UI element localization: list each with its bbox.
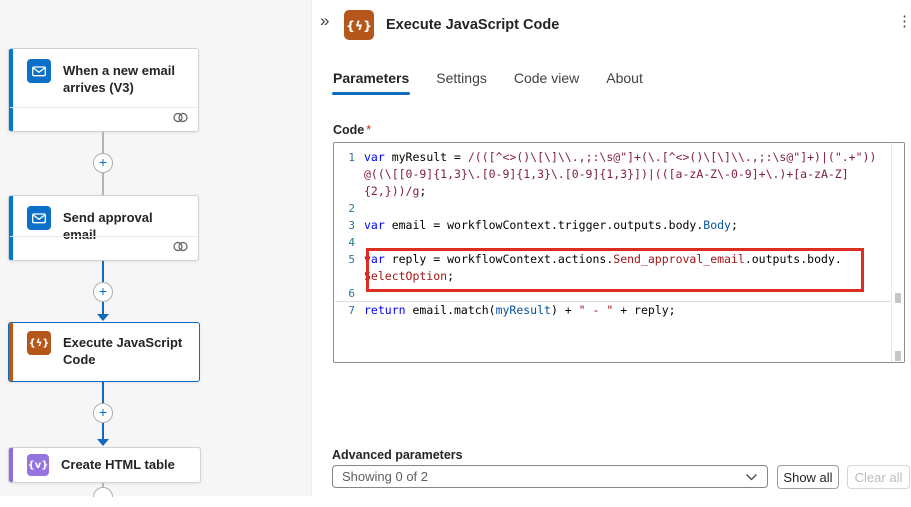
chevron-down-icon [745, 469, 758, 484]
insert-step-button[interactable]: + [93, 282, 113, 302]
javascript-code-icon: {ϟ} [27, 331, 51, 355]
editor-divider [335, 301, 892, 302]
javascript-code-icon: {ϟ} [344, 10, 374, 40]
insert-step-button[interactable]: + [93, 403, 113, 423]
node-send-approval-email[interactable]: Send approval email [8, 195, 199, 261]
node-accent-bar [9, 448, 13, 482]
code-field-label: Code* [333, 123, 371, 137]
insert-step-button[interactable]: + [93, 153, 113, 173]
data-operation-icon: {v} [27, 454, 49, 476]
scrollbar-thumb[interactable] [895, 351, 901, 361]
more-options-icon[interactable]: ⋮ [897, 14, 911, 30]
tab-settings[interactable]: Settings [435, 64, 488, 95]
node-footer [10, 107, 197, 131]
tab-parameters[interactable]: Parameters [332, 64, 410, 95]
code-row: 1var myResult = /(([^<>()\[\]\\.,;:\s@"]… [334, 149, 891, 166]
advanced-parameters-dropdown[interactable]: Showing 0 of 2 [332, 465, 768, 488]
code-row: 3var email = workflowContext.trigger.out… [334, 217, 891, 234]
tab-code-view[interactable]: Code view [513, 64, 580, 95]
connection-icon[interactable] [172, 240, 189, 258]
outlook-icon [27, 59, 51, 83]
code-lines: 1var myResult = /(([^<>()\[\]\\.,;:\s@"]… [334, 149, 891, 319]
tab-bar: Parameters Settings Code view About [332, 64, 644, 95]
node-accent-bar [9, 323, 13, 381]
code-row: @((\[[0-9]{1,3}\.[0-9]{1,3}\.[0-9]{1,3}]… [334, 166, 891, 183]
outlook-icon [27, 206, 51, 230]
tab-about[interactable]: About [605, 64, 644, 95]
node-when-a-new-email-arrives[interactable]: When a new email arrives (V3) [8, 48, 199, 132]
advanced-parameters-label: Advanced parameters [332, 448, 463, 462]
edge-arrowhead [97, 314, 109, 321]
dropdown-value: Showing 0 of 2 [342, 469, 745, 484]
code-row: 2 [334, 200, 891, 217]
node-title: When a new email arrives (V3) [63, 59, 188, 96]
code-row: 5var reply = workflowContext.actions.Sen… [334, 251, 891, 268]
collapse-panel-icon[interactable]: » [320, 12, 329, 29]
insert-step-button[interactable] [93, 487, 113, 507]
clear-all-button[interactable]: Clear all [847, 465, 910, 489]
edge-arrowhead [97, 439, 109, 446]
node-execute-javascript-code[interactable]: {ϟ} Execute JavaScript Code [8, 322, 200, 382]
code-row: {2,}))/g; [334, 183, 891, 200]
node-footer [10, 236, 197, 260]
code-row: 4 [334, 234, 891, 251]
node-title: Execute JavaScript Code [63, 331, 189, 368]
show-all-button[interactable]: Show all [777, 465, 839, 489]
panel-title: Execute JavaScript Code [386, 17, 559, 33]
required-asterisk: * [366, 123, 371, 137]
code-row: 7return email.match(myResult) + " - " + … [334, 302, 891, 319]
node-create-html-table[interactable]: {v} Create HTML table [8, 447, 201, 483]
code-row: SelectOption; [334, 268, 891, 285]
code-editor[interactable]: 1var myResult = /(([^<>()\[\]\\.,;:\s@"]… [333, 142, 905, 363]
connection-icon[interactable] [172, 111, 189, 129]
scrollbar-thumb[interactable] [895, 293, 901, 303]
code-row: 6 [334, 285, 891, 302]
editor-scrollbar[interactable] [891, 143, 904, 362]
workflow-canvas: When a new email arrives (V3) + Send app… [0, 0, 312, 496]
node-title: Create HTML table [61, 456, 175, 473]
